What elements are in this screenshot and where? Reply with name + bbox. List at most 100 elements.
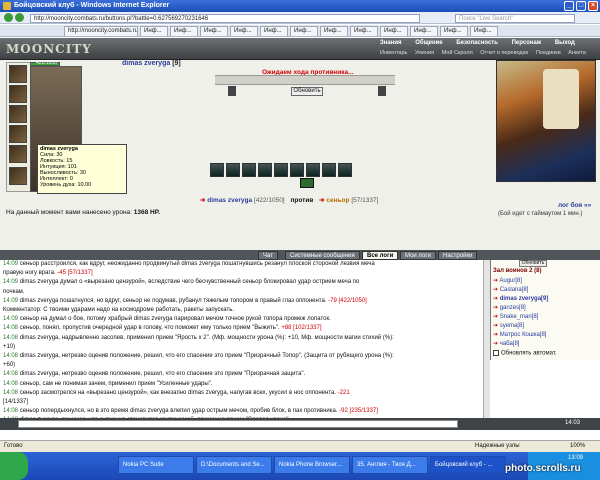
player-name-vs[interactable]: dimas zverуga <box>207 197 252 204</box>
submenu-item[interactable]: Инвентарь <box>380 50 407 56</box>
skill-slot[interactable] <box>290 163 304 177</box>
browser-tab[interactable]: Инф... <box>440 26 468 36</box>
player-list-item[interactable]: ➔ Матрос Кошка[8] <box>493 331 546 338</box>
submenu-item[interactable]: Мой Скролл <box>442 50 473 56</box>
versus-line: ➔ dimas zverуga [422/1050] против ➔ сень… <box>200 197 379 204</box>
browser-tab[interactable]: Инф... <box>380 26 408 36</box>
skill-slot[interactable] <box>306 163 320 177</box>
menu-item-communication[interactable]: Общение <box>415 40 442 46</box>
log-hp: -79 [422/1050] <box>326 297 367 304</box>
refresh-button[interactable]: Обновить <box>291 87 323 96</box>
auto-refresh-option[interactable]: Обновлять автомат. <box>493 350 557 357</box>
player-level: [9] <box>172 60 181 67</box>
minimize-button[interactable]: _ <box>564 1 574 11</box>
browser-tab[interactable]: Инф... <box>320 26 348 36</box>
taskbar-item[interactable]: Nokia Phone Browser... <box>274 456 350 474</box>
browser-tab[interactable]: Инф... <box>410 26 438 36</box>
tab-all-logs[interactable]: Все логи <box>362 251 399 260</box>
equipment-slot[interactable] <box>9 85 27 103</box>
player-list-item[interactable]: ➔ dimas zverуga[9] <box>493 295 548 302</box>
equipment-slot[interactable] <box>9 125 27 143</box>
maximize-button[interactable]: □ <box>576 1 586 11</box>
search-input[interactable]: Поиск "Live Search" <box>455 14 575 23</box>
submenu-item[interactable]: Отчет о переводах <box>480 50 528 56</box>
tab-my-logs[interactable]: Мои логи <box>400 251 436 260</box>
skill-slot[interactable] <box>258 163 272 177</box>
skill-slot[interactable] <box>226 163 240 177</box>
zone-icon[interactable] <box>378 86 386 96</box>
log-hp: +88 [102/1337] <box>279 325 322 332</box>
browser-tab[interactable]: Инф... <box>140 26 168 36</box>
equipment-slot[interactable] <box>9 145 27 163</box>
auto-refresh-checkbox[interactable] <box>493 350 499 356</box>
log-text: [14/1337] <box>3 399 29 406</box>
log-scrollbar[interactable] <box>483 260 490 418</box>
opponent-name[interactable]: сеньор <box>326 197 349 204</box>
player-name[interactable]: dimas zverуga <box>122 60 170 67</box>
menu-item-character[interactable]: Персонаж <box>512 40 542 46</box>
skill-slot[interactable] <box>210 163 224 177</box>
menu-item-knowledge[interactable]: Знания <box>380 40 402 46</box>
equipment-slot[interactable] <box>9 105 27 123</box>
submenu-item[interactable]: Поединки <box>536 50 561 56</box>
skill-slot[interactable] <box>338 163 352 177</box>
submenu-item[interactable]: Анкета <box>568 50 586 56</box>
submenu-item[interactable]: Умения <box>415 50 434 56</box>
player-list-item[interactable]: ➔ syema[8] <box>493 322 524 329</box>
log-text: сеньор на думал о бое, потому храбрый di… <box>19 316 331 323</box>
player-list-item[interactable]: ➔ Caslana[8] <box>493 286 528 293</box>
log-line: 14:08 dimas zverуga, нетрезво оценив пол… <box>3 370 490 379</box>
equipment-slot[interactable] <box>9 65 27 83</box>
browser-tab[interactable]: Инф... <box>200 26 228 36</box>
browser-tab[interactable]: Инф... <box>170 26 198 36</box>
taskbar-item[interactable]: D:\Documents and Se... <box>196 456 272 474</box>
player-list-item[interactable]: ➔ Snake_man[8] <box>493 313 538 320</box>
taskbar-item[interactable]: 35. Англия - Твоя Д... <box>352 456 428 474</box>
player-list-item[interactable]: ➔ чаба[8] <box>493 340 519 347</box>
start-button[interactable] <box>0 452 28 480</box>
player-list-item[interactable]: ➔ Augur[8] <box>493 277 522 284</box>
browser-tab[interactable]: http://mooncity.combats.ru/buttons.pl? <box>64 26 138 36</box>
taskbar-item[interactable]: Бойцовский клуб - ... <box>430 456 506 474</box>
window-titlebar: Бойцовский клуб - Windows Internet Explo… <box>0 0 600 12</box>
tab-system[interactable]: Системные сообщения <box>285 251 360 260</box>
browser-tab[interactable]: Инф... <box>290 26 318 36</box>
confirm-skill-icon[interactable] <box>300 178 314 188</box>
tab-chat[interactable]: Чат <box>258 251 278 260</box>
back-icon[interactable] <box>4 13 13 22</box>
log-time: 14:08 <box>3 389 20 396</box>
skill-slot[interactable] <box>274 163 288 177</box>
browser-tab[interactable]: Инф... <box>350 26 378 36</box>
skill-slot[interactable] <box>322 163 336 177</box>
game-menu: Знания Общение Безопасность Персонаж Вых… <box>380 40 587 49</box>
fight-log-link[interactable]: лог боя »» <box>558 202 591 209</box>
log-line: 14:08 сеньор попердыхнулся, но в это вре… <box>3 407 490 416</box>
log-line: 14:08 dimas zverуga, нетрезво оценив пол… <box>3 352 490 361</box>
browser-tab[interactable]: Инф... <box>470 26 498 36</box>
address-input[interactable]: http://mooncity.combats.ru/buttons.pl?ba… <box>30 14 420 23</box>
close-button[interactable]: × <box>588 1 598 11</box>
menu-item-security[interactable]: Безопасность <box>456 40 498 46</box>
versus-label: против <box>290 197 314 204</box>
taskbar-item[interactable]: Nokia PC Suite <box>118 456 194 474</box>
forward-icon[interactable] <box>15 13 24 22</box>
log-line: 14:08 сеньор засмотрелся на «вырезано це… <box>3 389 490 398</box>
log-time: 14:08 <box>3 325 20 332</box>
status-bar: Готово Надежные узлы 100% <box>0 440 600 452</box>
browser-tab[interactable]: Инф... <box>230 26 258 36</box>
browser-tab[interactable]: Инф... <box>260 26 288 36</box>
tab-settings[interactable]: Настройки <box>438 251 478 260</box>
log-text: dimas zverуga, нетрезво оценив положение… <box>19 353 394 360</box>
equipment-slot[interactable] <box>9 167 27 185</box>
character-tooltip: dimas zverуga Сила: 30 Ловкость: 15 Инту… <box>37 144 127 194</box>
chat-input[interactable] <box>18 420 458 428</box>
players-refresh-button[interactable]: Обновить <box>519 260 547 267</box>
log-text: dimas zverуga, нетрезво оценив положение… <box>19 371 306 378</box>
menu-item-exit[interactable]: Выход <box>555 40 575 46</box>
log-text: +10) <box>3 343 16 350</box>
skill-slot[interactable] <box>242 163 256 177</box>
zone-icon[interactable] <box>228 86 236 96</box>
zoom-level[interactable]: 100% <box>570 441 585 452</box>
log-hp: -221 <box>336 389 350 396</box>
player-list-item[interactable]: ➔ ganzes[8] <box>493 304 526 311</box>
